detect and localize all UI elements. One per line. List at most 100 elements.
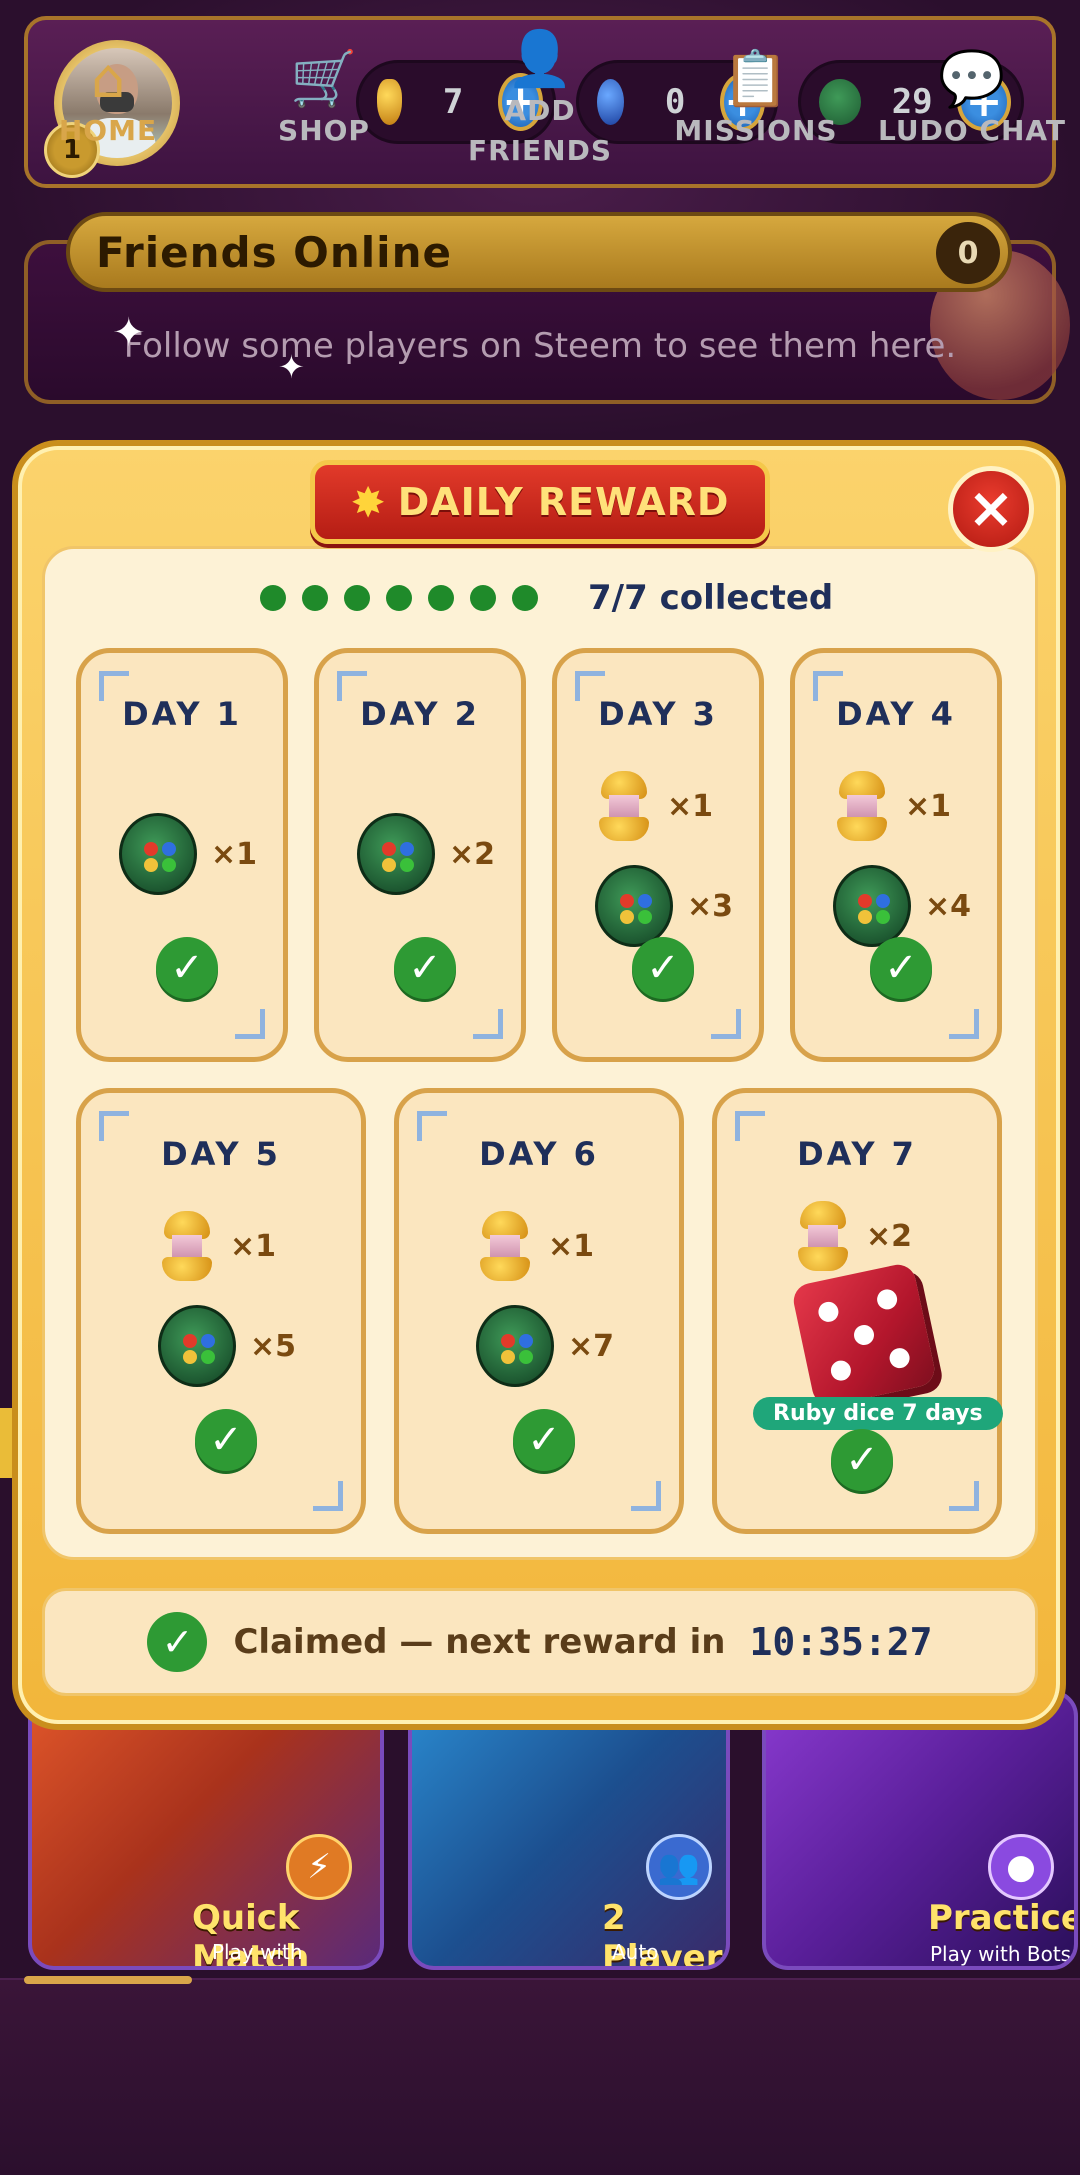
coin-icon bbox=[833, 865, 911, 947]
robot-user-icon: ● bbox=[988, 1834, 1054, 1900]
friends-title: Friends Online bbox=[96, 227, 452, 277]
nav-ludo-chat-label: LUDO CHAT bbox=[878, 113, 1066, 147]
coin-reward: ×1 bbox=[119, 813, 257, 895]
nav-missions[interactable]: 📋 MISSIONS bbox=[648, 0, 864, 197]
day-label: DAY 1 bbox=[122, 695, 242, 733]
card-corner bbox=[313, 1481, 343, 1511]
token-icon bbox=[158, 1211, 216, 1281]
next-reward-timer: 10:35:27 bbox=[749, 1620, 933, 1664]
day-card-3[interactable]: DAY 3 ×1 ×3 ✓ bbox=[552, 648, 764, 1062]
nav-ludo-chat[interactable]: 💬 LUDO CHAT bbox=[864, 0, 1080, 197]
card-corner bbox=[711, 1009, 741, 1039]
ruby-dice-icon bbox=[790, 1261, 938, 1409]
claimed-check-icon: ✓ bbox=[870, 937, 932, 999]
token-reward: ×1 bbox=[158, 1211, 276, 1281]
coin-reward: ×2 bbox=[357, 813, 495, 895]
modal-title: DAILY REWARD bbox=[397, 480, 730, 524]
claimed-check-icon: ✓ bbox=[156, 937, 218, 999]
day-label: DAY 7 bbox=[797, 1135, 917, 1173]
token-reward: ×1 bbox=[476, 1211, 594, 1281]
day-card-2[interactable]: DAY 2 ×2 ✓ bbox=[314, 648, 526, 1062]
practice-title: Practice bbox=[928, 1898, 1078, 1938]
practice-card[interactable]: ● Practice Play with Bots bbox=[762, 1690, 1078, 1970]
add-user-icon: 👤 bbox=[506, 26, 574, 90]
token-reward: ×2 bbox=[794, 1201, 912, 1271]
progress-dot bbox=[386, 585, 412, 611]
day-label: DAY 2 bbox=[360, 695, 480, 733]
practice-subtitle: Play with Bots bbox=[930, 1942, 1072, 1966]
token-icon bbox=[595, 771, 653, 841]
coin-reward: ×3 bbox=[595, 865, 733, 947]
day-card-4[interactable]: DAY 4 ×1 ×4 ✓ bbox=[790, 648, 1002, 1062]
day-label: DAY 5 bbox=[161, 1135, 281, 1173]
friends-empty-message: Follow some players on Steem to see them… bbox=[123, 326, 957, 366]
users-icon: 👥 bbox=[646, 1834, 712, 1900]
card-corner bbox=[949, 1481, 979, 1511]
nav-missions-label: MISSIONS bbox=[674, 113, 838, 147]
reward-quantity: ×1 bbox=[230, 1228, 277, 1264]
card-corner bbox=[631, 1481, 661, 1511]
day-label: DAY 4 bbox=[836, 695, 956, 733]
progress-dot bbox=[428, 585, 454, 611]
daily-reward-banner: ✸ DAILY REWARD bbox=[310, 460, 770, 544]
sparkle-icon: ✦ bbox=[112, 310, 146, 356]
sparkle-icon: ✦ bbox=[278, 348, 305, 386]
day-card-5[interactable]: DAY 5 ×1 ×5 ✓ bbox=[76, 1088, 366, 1534]
claimed-check-icon: ✓ bbox=[632, 937, 694, 999]
card-corner bbox=[235, 1009, 265, 1039]
home-icon: ⌂ bbox=[90, 46, 126, 110]
progress-dot bbox=[512, 585, 538, 611]
coin-reward: ×4 bbox=[833, 865, 971, 947]
card-corner bbox=[473, 1009, 503, 1039]
day-label: DAY 6 bbox=[479, 1135, 599, 1173]
two-player-card[interactable]: 👥 2 Player Auto Matching bbox=[408, 1690, 730, 1970]
day-card-6[interactable]: DAY 6 ×1 ×7 ✓ bbox=[394, 1088, 684, 1534]
progress-dot bbox=[260, 585, 286, 611]
progress-row: 7/7 collected bbox=[260, 576, 833, 620]
reward-quantity: ×1 bbox=[905, 788, 952, 824]
day-label: DAY 3 bbox=[598, 695, 718, 733]
token-reward: ×1 bbox=[595, 771, 713, 841]
progress-dots bbox=[260, 585, 554, 611]
nav-active-indicator bbox=[24, 1976, 192, 1984]
friends-count-badge: 0 bbox=[936, 222, 1000, 284]
chat-icon: 💬 bbox=[938, 46, 1006, 110]
claimed-check-icon: ✓ bbox=[195, 1409, 257, 1471]
reward-quantity: ×1 bbox=[667, 788, 714, 824]
close-button[interactable]: × bbox=[948, 466, 1034, 552]
reward-quantity: ×5 bbox=[250, 1328, 297, 1364]
star-icon: ✸ bbox=[350, 477, 386, 527]
claimed-bar: ✓ Claimed — next reward in 10:35:27 bbox=[42, 1588, 1038, 1696]
two-player-subtitle: Auto Matching bbox=[612, 1940, 704, 1966]
nav-home-label: HOME bbox=[58, 113, 158, 147]
clipboard-icon: 📋 bbox=[722, 46, 790, 110]
quick-match-subtitle: Play with SteemX bbox=[212, 1940, 303, 1966]
nav-add-friends[interactable]: 👤 ADD FRIENDS bbox=[432, 0, 648, 197]
coin-reward: ×5 bbox=[158, 1305, 296, 1387]
reward-quantity: ×7 bbox=[568, 1328, 615, 1364]
claimed-check-icon: ✓ bbox=[394, 937, 456, 999]
token-icon bbox=[833, 771, 891, 841]
claimed-check-icon: ✓ bbox=[513, 1409, 575, 1471]
reward-quantity: ×2 bbox=[866, 1218, 913, 1254]
nav-home[interactable]: ⌂ HOME bbox=[0, 0, 216, 197]
progress-dot bbox=[470, 585, 496, 611]
coin-icon bbox=[476, 1305, 554, 1387]
friends-header: Friends Online 0 bbox=[66, 212, 1012, 292]
coin-icon bbox=[119, 813, 197, 895]
coin-icon bbox=[357, 813, 435, 895]
quick-match-card[interactable]: ⚡ Quick Match Play with SteemX bbox=[28, 1690, 384, 1970]
day-card-7[interactable]: DAY 7 ×2 Ruby dice 7 days ✓ bbox=[712, 1088, 1003, 1534]
reward-quantity: ×2 bbox=[449, 836, 496, 872]
reward-quantity: ×1 bbox=[548, 1228, 595, 1264]
token-reward: ×1 bbox=[833, 771, 951, 841]
progress-dot bbox=[302, 585, 328, 611]
nav-add-friends-label: ADD FRIENDS bbox=[467, 93, 613, 167]
cart-icon: 🛒 bbox=[290, 46, 358, 110]
day-card-1[interactable]: DAY 1 ×1 ✓ bbox=[76, 648, 288, 1062]
coin-icon bbox=[158, 1305, 236, 1387]
nav-shop[interactable]: 🛒 SHOP bbox=[216, 0, 432, 197]
claimed-text: Claimed — next reward in bbox=[233, 1622, 726, 1662]
progress-text: 7/7 collected bbox=[588, 578, 834, 618]
claimed-check-icon: ✓ bbox=[147, 1612, 208, 1672]
